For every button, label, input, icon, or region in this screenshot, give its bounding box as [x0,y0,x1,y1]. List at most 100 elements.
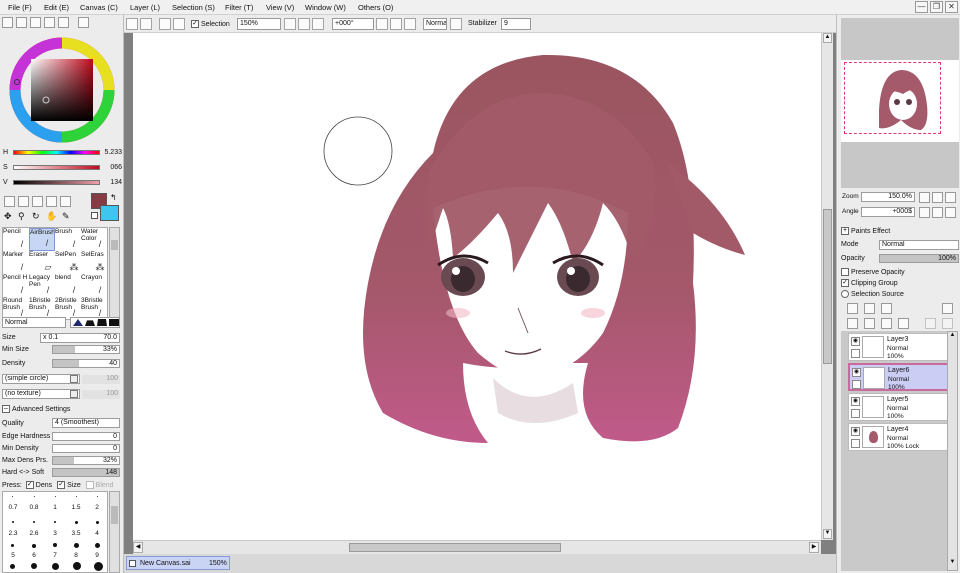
viewport-frame[interactable] [844,62,941,134]
merge-down-icon[interactable] [864,318,875,329]
menu-others[interactable]: Others (O) [358,3,393,12]
brush-shape-strength[interactable]: 100 [82,375,120,384]
menu-layer[interactable]: Layer (L) [130,3,160,12]
layer-opacity-slider[interactable]: 100% [879,254,959,263]
size-dot[interactable] [74,543,79,548]
navigator-zoom-field[interactable]: 150.0% [861,192,915,202]
zoom-reset-icon[interactable] [945,192,956,203]
vertical-scroll-thumb[interactable] [823,209,832,364]
tool-seleras[interactable]: SelEras ⁂ [81,251,107,274]
preserve-opacity-checkbox[interactable]: Preserve Opacity [841,268,905,276]
color-wheel[interactable] [4,32,120,148]
brush-shape-select[interactable]: (simple circle) [2,374,80,384]
move-icon[interactable]: ✥ [4,211,12,222]
layer-lock-toggle[interactable] [851,409,860,418]
quality-select[interactable]: 4 (Smoothest) [52,418,120,428]
lasso-icon[interactable] [18,196,29,207]
layer-item-layer5[interactable]: ◉ Layer5 Normal 100% [848,393,951,421]
menu-selection[interactable]: Selection (S) [172,3,215,12]
navigator-angle-field[interactable]: +000$ [861,207,915,217]
edge-shape-icon[interactable] [97,319,107,326]
brush-texture-select[interactable]: (no texture) [2,389,80,399]
undo-button[interactable] [126,18,138,30]
tool-airbrush[interactable]: AirBrush / [29,228,55,251]
menu-view[interactable]: View (V) [266,3,294,12]
rotate-reset-button[interactable] [404,18,416,30]
navigator-preview[interactable] [841,18,959,188]
hue-slider[interactable] [13,150,100,155]
minimize-button[interactable]: — [915,1,928,13]
zoom-icon[interactable]: ⚲ [18,211,25,222]
size-dot[interactable] [12,496,13,497]
layer-lock-toggle[interactable] [851,349,860,358]
rotate-reset-icon[interactable] [945,207,956,218]
scroll-right-icon[interactable]: ▶ [809,542,819,553]
transfer-down-icon[interactable] [847,318,858,329]
zoom-select[interactable]: 150% [237,18,281,30]
size-dot[interactable] [55,496,56,497]
scratchpad-tab[interactable] [78,17,89,28]
size-field[interactable]: x 0.1 70.0 [40,333,120,343]
size-dot[interactable] [94,562,103,571]
size-dot[interactable] [34,496,35,497]
layer-lock-toggle[interactable] [851,439,860,448]
min-size-slider[interactable]: 33% [52,345,120,354]
edge-hardness-slider[interactable]: 0 [52,432,120,441]
new-linework-layer-icon[interactable] [864,303,875,314]
mixer-tab[interactable] [58,17,69,28]
eye-icon[interactable]: ◉ [851,337,860,346]
saturation-slider[interactable] [13,165,100,170]
blend-mode-select[interactable]: Normal [423,18,447,30]
tool-grid-scrollbar[interactable] [109,227,120,320]
rgb-slider-tab[interactable] [16,17,27,28]
canvas-horizontal-scrollbar[interactable]: ◀ ▶ [133,540,821,554]
tool-selpen[interactable]: SelPen ⁂ [55,251,81,274]
edge-shape-icon[interactable] [109,319,119,326]
paints-effect-toggle[interactable]: + Paints Effect [841,227,890,235]
min-density-slider[interactable]: 0 [52,444,120,453]
density-slider[interactable]: 40 [52,359,120,368]
scroll-up-icon[interactable]: ▲ [949,332,956,341]
stabilizer-select[interactable]: 9 [501,18,531,30]
layer-item-layer4[interactable]: ◉ Layer4 Normal 100% Lock [848,423,951,451]
scroll-down-icon[interactable]: ▼ [823,529,832,539]
new-folder-icon[interactable] [881,303,892,314]
invert-selection-button[interactable] [173,18,185,30]
tool-crayon[interactable]: Crayon / [81,274,107,297]
size-dot[interactable] [52,563,59,570]
eye-icon[interactable]: ◉ [851,397,860,406]
size-dot[interactable] [75,521,78,524]
redo-button[interactable] [140,18,152,30]
rotate-left-icon[interactable] [919,207,930,218]
size-dot[interactable] [53,543,57,547]
document-tab[interactable]: New Canvas.sai 150% [126,556,230,570]
rotate-left-button[interactable] [376,18,388,30]
brush-texture-strength[interactable]: 100 [82,390,120,399]
restore-button[interactable]: ❐ [930,1,943,13]
edge-shape-icon[interactable] [73,319,83,326]
tool-marker[interactable]: Marker / [3,251,29,274]
rect-select-icon[interactable] [4,196,15,207]
size-dot[interactable] [96,521,99,524]
deselect-button[interactable] [159,18,171,30]
tool-blend[interactable]: blend / [55,274,81,297]
size-dot[interactable] [32,544,36,548]
zoom-reset-button[interactable] [312,18,324,30]
size-dot[interactable] [54,521,56,523]
tool-legacy-pen[interactable]: Legacy Pen / [29,274,55,297]
eyedropper-icon[interactable]: ✎ [62,211,70,222]
tool-brush[interactable]: Brush / [55,228,81,251]
size-dot[interactable] [33,521,35,523]
size-dot[interactable] [10,564,15,569]
size-dot[interactable] [95,543,100,548]
blend-checkbox[interactable] [85,481,94,489]
new-mask-icon[interactable] [942,303,953,314]
zoom-in-button[interactable] [298,18,310,30]
max-dens-prs-slider[interactable]: 32% [52,456,120,465]
size-dot[interactable] [31,563,37,569]
horizontal-scroll-thumb[interactable] [349,543,561,552]
apply-mask-icon[interactable] [925,318,936,329]
brush-shape-selector[interactable] [70,317,120,328]
hard-soft-slider[interactable]: 148 [52,468,120,477]
rotate-right-button[interactable] [390,18,402,30]
